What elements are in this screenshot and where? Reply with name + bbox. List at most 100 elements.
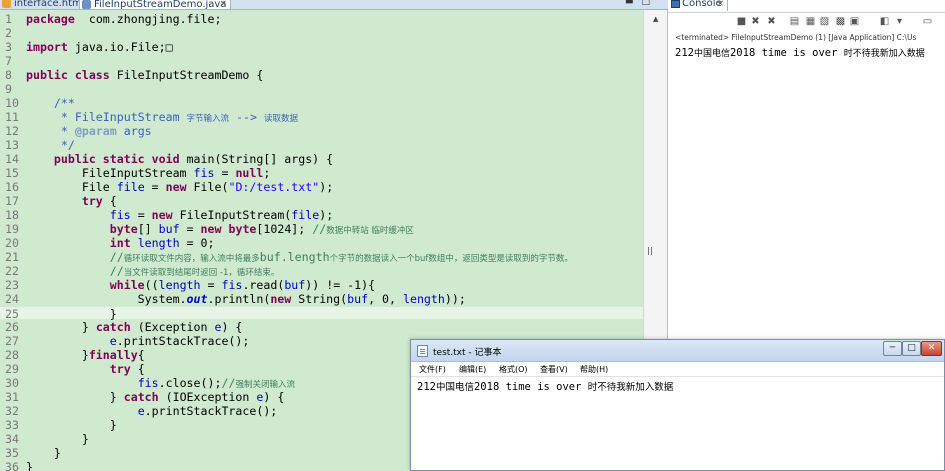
open-console-icon[interactable]: ◧	[879, 16, 890, 27]
close-button[interactable]: ✕	[921, 341, 942, 356]
code-line[interactable]: 2	[0, 26, 643, 40]
menu-file[interactable]: 文件(F)	[419, 364, 446, 375]
close-tab-icon[interactable]: ×	[716, 0, 724, 11]
code-line[interactable]: 20 int length = 0;	[0, 236, 643, 250]
code-text: import java.io.File;□	[24, 40, 173, 54]
scroll-lock-icon[interactable]: ▦	[805, 16, 816, 27]
stop-icon[interactable]: ■	[736, 16, 747, 27]
notepad-content-number: 212	[417, 381, 436, 393]
pin-console-icon[interactable]: ▩	[835, 16, 846, 27]
maximize-button[interactable]: □	[902, 341, 921, 356]
code-token: =	[144, 180, 166, 194]
menu-help[interactable]: 帮助(H)	[580, 364, 608, 375]
remove-launch-icon[interactable]: ✖	[750, 16, 761, 27]
code-token: byte	[109, 222, 138, 236]
notepad-title: test.txt - 记事本	[433, 348, 502, 358]
remove-all-icon[interactable]: ✖	[766, 16, 777, 27]
view-menu-icon[interactable]: ▾	[894, 16, 905, 27]
code-token: try	[81, 194, 103, 208]
line-number: 23	[5, 278, 19, 292]
code-line[interactable]: 26 } catch (Exception e) {	[0, 320, 643, 334]
code-text: } catch (Exception e) {	[24, 320, 243, 334]
code-text: package com.zhongjing.file;	[24, 12, 221, 26]
code-line[interactable]: 21 //循环读取文件内容，输入流中将最多buf.length个字节的数据读入一…	[0, 250, 643, 264]
code-line[interactable]: 22 //当文件读取到结尾时返回 -1，循环结束。	[0, 264, 643, 278]
code-line[interactable]: 16 File file = new File("D:/test.txt");	[0, 180, 643, 194]
console-output-cjk-2: 时不待我新加入数据	[843, 49, 925, 59]
code-token: length	[137, 236, 180, 250]
code-text: System.out.println(new String(buf, 0, le…	[24, 292, 466, 306]
code-line[interactable]: 14 public static void main(String[] args…	[0, 152, 643, 166]
code-line[interactable]: 12 * @param args	[0, 124, 643, 138]
code-token: //	[312, 222, 327, 236]
code-line[interactable]: 11 * FileInputStream 字节输入流 --> 读取数据	[0, 110, 643, 124]
clear-console-icon[interactable]: ▤	[789, 16, 800, 27]
code-token: new	[165, 180, 187, 194]
code-token: )) != -1){	[305, 278, 376, 292]
menu-edit[interactable]: 编辑(E)	[459, 364, 486, 375]
code-token: fis	[109, 208, 131, 222]
code-token: new	[151, 208, 173, 222]
html-file-icon	[2, 0, 11, 8]
scroll-up-icon[interactable]: ▲	[653, 15, 658, 23]
code-token: ) {	[263, 390, 285, 404]
code-token: 数据中转站 临时缓冲区	[326, 226, 414, 236]
code-text: int length = 0;	[24, 236, 215, 250]
line-number: 26	[5, 320, 19, 334]
code-line[interactable]: 1 package com.zhongjing.file;	[0, 12, 643, 26]
scroll-thumb[interactable]	[648, 247, 652, 255]
code-token: []	[137, 222, 159, 236]
menu-view[interactable]: 查看(V)	[540, 364, 568, 375]
minimize-icon[interactable]: ▬	[625, 0, 642, 7]
code-line[interactable]: 15 FileInputStream fis = null;	[0, 166, 643, 180]
code-token: file	[116, 180, 145, 194]
minimize-icon[interactable]: ▭	[922, 16, 933, 27]
code-token: new	[200, 222, 222, 236]
line-number: 25	[5, 307, 19, 321]
line-number: 32	[5, 404, 19, 418]
code-line[interactable]: 10 /**	[0, 96, 643, 110]
code-line[interactable]: 8 public class FileInputStreamDemo {	[0, 68, 643, 82]
word-wrap-icon[interactable]: ▧	[819, 16, 830, 27]
maximize-icon[interactable]: □	[641, 0, 658, 7]
code-line[interactable]: 24 System.out.println(new String(buf, 0,…	[0, 292, 643, 306]
code-token: finally	[88, 348, 138, 362]
line-number: 14	[5, 152, 19, 166]
tab-fileinputstreamdemo-java[interactable]: FileInputStreamDemo.java ×	[79, 0, 231, 9]
notepad-text-area[interactable]: 212中国电信2018 time is over 时不待我新加入数据	[417, 379, 673, 393]
code-line[interactable]: 13 */	[0, 138, 643, 152]
code-token: main(String[] args) {	[179, 152, 334, 166]
code-line[interactable]: 25 }	[0, 306, 643, 321]
code-token: length	[158, 278, 201, 292]
code-line[interactable]: 7	[0, 54, 643, 68]
line-number: 18	[5, 208, 19, 222]
code-token: e	[137, 404, 145, 418]
display-selected-icon[interactable]: ▣	[849, 16, 860, 27]
tab-label: interface.html	[14, 0, 85, 9]
menu-format[interactable]: 格式(O)	[499, 364, 528, 375]
code-line[interactable]: 9	[0, 82, 643, 96]
line-number: 27	[5, 334, 19, 348]
minimize-button[interactable]: ─	[883, 341, 902, 356]
tab-console[interactable]: Console ×	[668, 0, 728, 11]
code-token: }	[26, 320, 96, 334]
tab-interface-html[interactable]: interface.html	[0, 0, 85, 9]
close-tab-icon[interactable]: ×	[219, 0, 227, 9]
line-number: 13	[5, 138, 19, 152]
code-token: buf	[284, 278, 306, 292]
code-line[interactable]: 23 while((length = fis.read(buf)) != -1)…	[0, 278, 643, 292]
code-line[interactable]: 19 byte[] buf = new byte[1024]; //数据中转站 …	[0, 222, 643, 236]
notepad-titlebar[interactable]: test.txt - 记事本 ─ □ ✕	[411, 340, 944, 362]
code-text: */	[24, 138, 75, 152]
line-number: 3	[5, 40, 12, 54]
code-line[interactable]: 3 import java.io.File;□	[0, 40, 643, 54]
code-token: ) {	[221, 320, 243, 334]
code-text: fis = new FileInputStream(file);	[24, 208, 333, 222]
code-token: buf	[158, 222, 180, 236]
code-line[interactable]: 17 try {	[0, 194, 643, 208]
console-output-cjk-1: 中国电信	[693, 49, 730, 59]
code-line[interactable]: 18 fis = new FileInputStream(file);	[0, 208, 643, 222]
code-token: /**	[53, 96, 75, 110]
